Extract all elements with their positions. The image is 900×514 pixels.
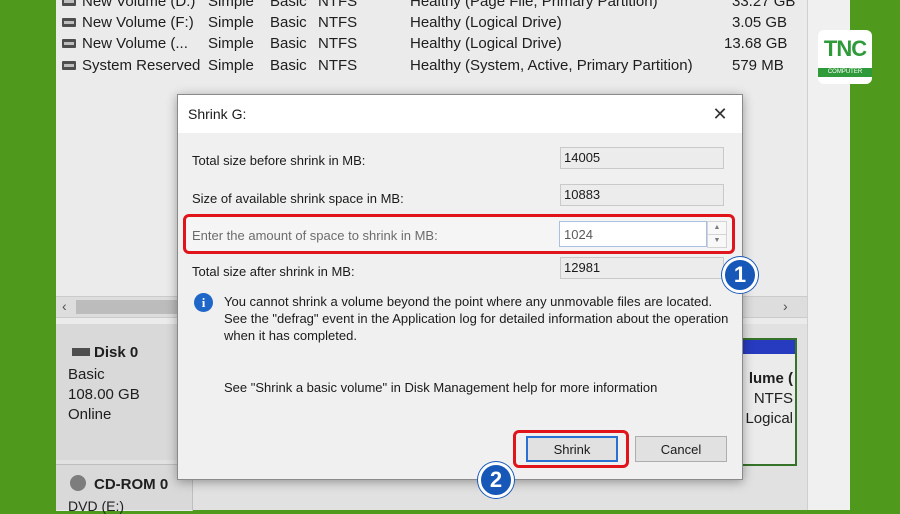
- total-before-label: Total size before shrink in MB:: [192, 153, 366, 168]
- highlight-amount-row: [183, 214, 735, 254]
- dialog-title: Shrink G:: [188, 106, 247, 122]
- info-icon: i: [194, 293, 213, 312]
- tnc-logo: TNC COMPUTER: [818, 30, 872, 84]
- volume-icon: [62, 61, 76, 70]
- disk-type: Basic: [68, 366, 105, 383]
- logo-subtext: COMPUTER: [818, 68, 872, 77]
- volume-name: New Volume (...: [82, 35, 188, 52]
- shrink-dialog: Shrink G: ✕ Total size before shrink in …: [177, 94, 743, 480]
- volume-type: Basic: [270, 35, 307, 52]
- info-message: You cannot shrink a volume beyond the po…: [224, 294, 729, 343]
- volume-capacity: 33.27 GB: [732, 0, 796, 10]
- step-1-badge: 1: [722, 257, 758, 293]
- volume-icon: [62, 39, 76, 48]
- cdrom-name: CD-ROM 0: [94, 476, 169, 493]
- volume-layout: Simple: [208, 57, 254, 74]
- cdrom-label[interactable]: CD-ROM 0 DVD (E:): [56, 464, 193, 514]
- scroll-left-icon[interactable]: ‹: [62, 298, 67, 314]
- total-after-label: Total size after shrink in MB:: [192, 264, 355, 279]
- disk-name: Disk 0: [94, 344, 139, 361]
- total-before-field: 14005: [560, 147, 724, 169]
- volume-fs: NTFS: [318, 0, 358, 10]
- disk-icon: [72, 348, 90, 356]
- partition-fs: NTFS: [753, 390, 793, 407]
- volume-name: New Volume (D:): [82, 0, 196, 10]
- volume-fs: NTFS: [318, 35, 358, 52]
- volume-name: System Reserved: [82, 57, 201, 74]
- scrollbar-thumb[interactable]: [76, 300, 188, 314]
- cdrom-drive: DVD (E:): [68, 498, 124, 514]
- volume-layout: Simple: [208, 14, 254, 31]
- disk-0-label[interactable]: Disk 0 Basic 108.00 GB Online: [56, 324, 193, 460]
- volume-layout: Simple: [208, 35, 254, 52]
- cdrom-icon: [70, 475, 86, 491]
- volume-fs: NTFS: [318, 14, 358, 31]
- disk-status: Online: [68, 406, 112, 423]
- dialog-titlebar[interactable]: Shrink G: ✕: [178, 95, 742, 133]
- available-label: Size of available shrink space in MB:: [192, 191, 404, 206]
- volume-icon: [62, 0, 76, 6]
- partition-name: lume (: [748, 370, 793, 387]
- disk-size: 108.00 GB: [68, 386, 140, 403]
- close-icon[interactable]: ✕: [698, 95, 742, 133]
- total-after-field: 12981: [560, 257, 724, 279]
- volume-status: Healthy (Logical Drive): [410, 35, 562, 52]
- scroll-right-icon[interactable]: ›: [783, 298, 788, 314]
- available-field: 10883: [560, 184, 724, 206]
- help-text: See "Shrink a basic volume" in Disk Mana…: [224, 380, 658, 395]
- step-2-badge: 2: [478, 462, 514, 498]
- volume-status: Healthy (Logical Drive): [410, 14, 562, 31]
- volume-status: Healthy (System, Active, Primary Partiti…: [410, 57, 693, 74]
- volume-icon: [62, 18, 76, 27]
- volume-type: Basic: [270, 14, 307, 31]
- volume-status: Healthy (Page File, Primary Partition): [410, 0, 658, 10]
- volume-fs: NTFS: [318, 57, 358, 74]
- partition-block[interactable]: lume ( NTFS Logical: [741, 338, 797, 466]
- logo-text: TNC: [823, 36, 867, 61]
- volume-capacity: 3.05 GB: [732, 14, 788, 31]
- volume-name: New Volume (F:): [82, 14, 194, 31]
- volume-layout: Simple: [208, 0, 254, 10]
- background-left: [0, 0, 56, 510]
- volume-capacity: 579 MB: [732, 57, 784, 74]
- highlight-shrink-button: [513, 430, 629, 468]
- partition-status: Logical: [745, 410, 793, 427]
- volume-type: Basic: [270, 0, 307, 10]
- cancel-button[interactable]: Cancel: [635, 436, 727, 462]
- volume-type: Basic: [270, 57, 307, 74]
- partition-bar: [743, 340, 795, 354]
- volume-capacity: 13.68 GB: [724, 35, 788, 52]
